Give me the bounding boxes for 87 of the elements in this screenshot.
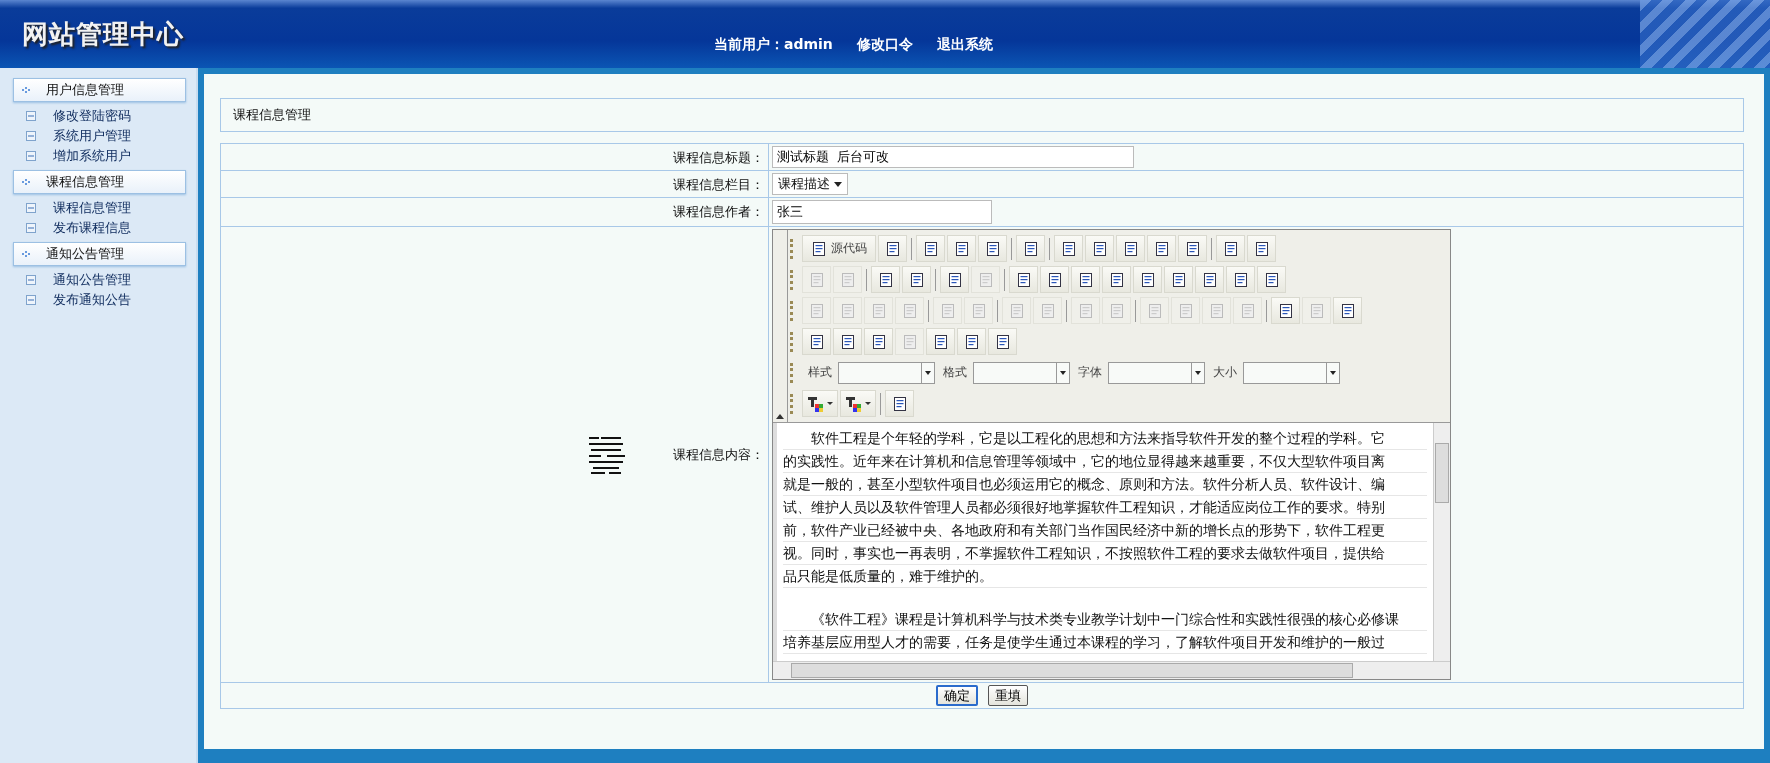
field-label: 课程信息标题：	[673, 150, 764, 165]
toolbar-button[interactable]	[1071, 266, 1100, 293]
dropdown-label: 大小	[1213, 364, 1237, 381]
dropdown-field[interactable]	[838, 361, 935, 384]
dropdown-label: 格式	[943, 364, 967, 381]
toolbar-button[interactable]	[885, 390, 914, 417]
toolbar-button[interactable]	[1040, 266, 1069, 293]
caret-icon	[827, 402, 833, 405]
dropdown-label: 样式	[808, 364, 832, 381]
dots-icon	[22, 87, 30, 93]
toolbar-button[interactable]	[1216, 235, 1245, 262]
sidebar-item[interactable]: 通知公告管理	[53, 271, 131, 289]
text-color-icon	[807, 395, 823, 412]
toolbar-button[interactable]	[1009, 266, 1038, 293]
vertical-scrollbar[interactable]	[1433, 423, 1450, 661]
toolbar-button[interactable]	[864, 328, 893, 355]
toolbar-button[interactable]	[1116, 235, 1145, 262]
sidebar-group-header[interactable]: 用户信息管理	[13, 78, 186, 102]
horizontal-scrollbar[interactable]	[773, 661, 1450, 679]
sidebar-item[interactable]: 修改登陆密码	[53, 107, 131, 125]
caret-icon	[865, 402, 871, 405]
square-icon	[26, 275, 36, 285]
background-color-icon	[845, 395, 861, 412]
toolbar-button[interactable]	[947, 235, 976, 262]
toolbar-button[interactable]	[1333, 297, 1362, 324]
lines-icon	[589, 434, 625, 475]
dropdown-field[interactable]	[1108, 361, 1205, 384]
source-button[interactable]: 源代码	[802, 235, 876, 262]
field-label: 课程信息内容：	[673, 445, 764, 464]
sidebar-item[interactable]: 发布通知公告	[53, 291, 131, 309]
toolbar-button[interactable]	[1016, 235, 1045, 262]
header-link[interactable]: 修改口令	[856, 36, 913, 54]
header-link[interactable]: 退出系统	[936, 36, 993, 54]
toolbar-button[interactable]	[1054, 235, 1083, 262]
square-icon	[26, 203, 36, 213]
toolbar-button[interactable]	[1257, 266, 1286, 293]
color-button[interactable]	[840, 390, 876, 417]
square-icon	[26, 111, 36, 121]
dropdown-label: 字体	[1078, 364, 1102, 381]
toolbar-button[interactable]	[1147, 235, 1176, 262]
toolbar-button[interactable]	[833, 328, 862, 355]
square-icon	[26, 223, 36, 233]
toolbar-button[interactable]	[1195, 266, 1224, 293]
toolbar-button[interactable]	[1164, 266, 1193, 293]
sidebar-group-header[interactable]: 通知公告管理	[13, 242, 186, 266]
dropdown-field[interactable]	[973, 361, 1070, 384]
color-button[interactable]	[802, 390, 838, 417]
sidebar-item[interactable]: 发布课程信息	[53, 219, 131, 237]
dropdown-field[interactable]	[1243, 361, 1340, 384]
author-input[interactable]: 张三	[772, 200, 992, 224]
panel-title: 课程信息管理	[220, 98, 1744, 132]
square-icon	[26, 295, 36, 305]
dots-icon	[22, 251, 30, 257]
toolbar-button[interactable]	[926, 328, 955, 355]
square-icon	[26, 131, 36, 141]
toolbar-button[interactable]	[1133, 266, 1162, 293]
toolbar-button[interactable]	[957, 328, 986, 355]
current-user: 当前用户：admin	[714, 36, 833, 54]
toolbar-button[interactable]	[940, 266, 969, 293]
collapse-icon[interactable]	[776, 414, 784, 419]
toolbar-button[interactable]	[1271, 297, 1300, 324]
field-label: 课程信息栏目：	[673, 177, 764, 192]
site-title: 网站管理中心	[22, 17, 184, 51]
toolbar-button[interactable]	[902, 266, 931, 293]
document-icon	[1022, 240, 1039, 257]
form-button[interactable]: 重填	[988, 685, 1028, 706]
toolbar-button[interactable]	[871, 266, 900, 293]
field-label: 课程信息作者：	[673, 204, 764, 219]
toolbar-button[interactable]	[1178, 235, 1207, 262]
sidebar-group-header[interactable]: 课程信息管理	[13, 170, 186, 194]
sidebar-item[interactable]: 课程信息管理	[53, 199, 131, 217]
dots-icon	[22, 179, 30, 185]
form-button[interactable]: 确定	[936, 685, 978, 706]
toolbar-button[interactable]	[978, 235, 1007, 262]
toolbar-button[interactable]	[988, 328, 1017, 355]
toolbar-button[interactable]	[1085, 235, 1114, 262]
square-icon	[26, 151, 36, 161]
toolbar-button[interactable]	[1247, 235, 1276, 262]
toolbar-button[interactable]	[1226, 266, 1255, 293]
sidebar-item[interactable]: 增加系统用户	[53, 147, 131, 165]
toolbar-button[interactable]	[878, 235, 907, 262]
sidebar-item[interactable]: 系统用户管理	[53, 127, 131, 145]
toolbar-button[interactable]	[1102, 266, 1131, 293]
toolbar-button[interactable]	[802, 328, 831, 355]
title-input[interactable]: 测试标题 后台可改	[772, 146, 1134, 168]
category-select[interactable]: 课程描述	[772, 173, 848, 195]
toolbar-button[interactable]	[916, 235, 945, 262]
